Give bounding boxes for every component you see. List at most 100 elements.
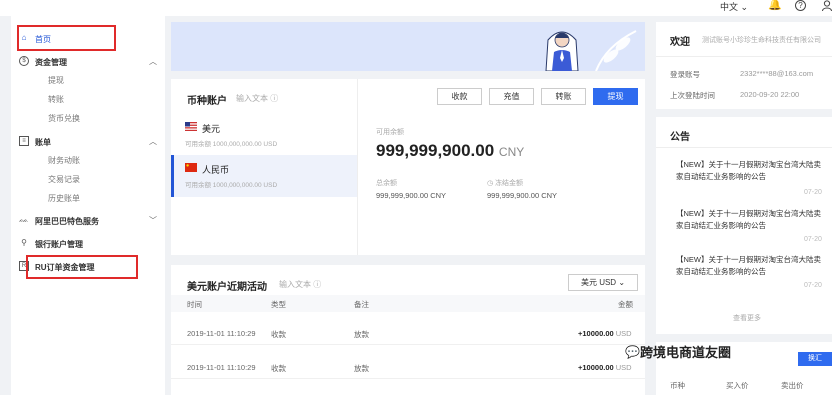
sidebar-item-label: 资金管理 [35, 58, 67, 67]
language-switch[interactable]: 中文 ⌄ [720, 0, 748, 13]
last-login-value: 2020-09-20 22:00 [740, 90, 800, 99]
currency-balance: 可用余额 1000,000,000.00 USD [185, 182, 278, 189]
info-icon: ⓘ [270, 94, 279, 103]
column-header: 金额 [618, 300, 633, 309]
company-name: 测试账号小珍珍生命科技责任有限公司 [702, 37, 821, 44]
recharge-button[interactable]: 充值 [489, 88, 534, 105]
row-note: 放款 [354, 364, 369, 373]
announcement-card: 公告 【NEW】关于十一月假期对淘宝台湾大陆卖家自动结汇业务影响的公告 07-2… [656, 117, 832, 334]
total-label: 总余额 [376, 180, 397, 187]
sidebar-item-bank[interactable]: ⚲ 银行账户管理 [11, 235, 165, 253]
row-note: 放款 [354, 330, 369, 339]
login-account-value: 2332****88@163.com [740, 69, 814, 78]
row-type: 收款 [271, 330, 286, 339]
app-root: 中文 ⌄ 🔔 ? ⌂ 首页 $ 资金管理 ︿ 提现 转账 货币兑换 ≡ 账单 ︿… [0, 0, 832, 395]
chevron-up-icon: ︿ [149, 137, 157, 146]
us-flag-icon [185, 122, 197, 131]
column-header: 类型 [271, 300, 286, 309]
wechat-icon: 💬 [625, 345, 640, 359]
search-placeholder: 输入文本 [279, 280, 311, 289]
welcome-card: 欢迎 测试账号小珍珍生命科技责任有限公司 登录账号 2332****88@163… [656, 22, 832, 109]
currency-select[interactable]: 美元 USD ⌄ [568, 274, 638, 291]
row-amount: +10000.00 USD [578, 329, 632, 338]
row-amount: +10000.00 USD [578, 363, 632, 372]
row-time: 2019-11-01 11:10:29 [187, 363, 256, 372]
view-more-link[interactable]: 查看更多 [733, 313, 761, 323]
language-label: 中文 [720, 2, 739, 12]
column-header: 备注 [354, 300, 369, 309]
announcement-title: 公告 [670, 132, 690, 143]
transfer-button[interactable]: 转账 [541, 88, 586, 105]
column-header: 卖出价 [781, 381, 804, 390]
receive-button[interactable]: 收款 [437, 88, 482, 105]
column-header: 买入价 [726, 381, 749, 390]
currency-name: 美元 [202, 124, 221, 134]
currency-item-usd[interactable]: 美元 可用余额 1000,000,000.00 USD [171, 114, 357, 156]
column-header: 币种 [670, 381, 685, 390]
bell-icon[interactable]: 🔔 [768, 0, 782, 11]
sidebar-subitem-trades[interactable]: 交易记录 [48, 174, 80, 185]
withdraw-button[interactable]: 提现 [593, 88, 638, 105]
frozen-label-wrap: ◷ 冻结金额 [487, 178, 523, 188]
available-unit: CNY [498, 145, 525, 159]
banner-illustration [545, 31, 579, 71]
info-icon: ⓘ [313, 280, 322, 289]
help-icon[interactable]: ? [795, 0, 806, 11]
chevron-down-icon: ⌄ [618, 278, 626, 287]
table-row[interactable]: 2019-11-01 11:10:29 收款 放款 +10000.00 USD [171, 355, 645, 379]
sidebar-item-funds[interactable]: $ 资金管理 ︿ [11, 53, 165, 71]
available-amount: 999,999,900.00 [376, 141, 495, 160]
sidebar: ⌂ 首页 $ 资金管理 ︿ 提现 转账 货币兑换 ≡ 账单 ︿ 财务动账 交易记… [11, 16, 165, 395]
chevron-down-icon: ⌄ [740, 2, 749, 12]
column-header: 时间 [187, 300, 202, 309]
amount-unit: USD [615, 363, 632, 372]
user-icon[interactable] [822, 0, 832, 14]
row-type: 收款 [271, 364, 286, 373]
last-login-label: 上次登陆时间 [670, 91, 715, 100]
available-value: 999,999,900.00 CNY [376, 141, 524, 161]
highlight-box-ru [26, 255, 138, 279]
recent-activity-card: 美元账户近期活动 输入文本 ⓘ 美元 USD ⌄ 时间 类型 备注 金额 201… [171, 265, 645, 395]
frozen-value: 999,999,900.00 CNY [487, 191, 558, 200]
currency-balance: 可用余额 1000,000,000.00 USD [185, 141, 278, 148]
currency-select-value: 美元 USD [580, 278, 617, 287]
currency-name: 人民币 [202, 165, 230, 175]
announcement-item[interactable]: 【NEW】关于十一月假期对淘宝台湾大陆卖家自动结汇业务影响的公告 [676, 208, 828, 232]
bank-user-icon: ⚲ [21, 238, 27, 247]
coin-icon: $ [19, 56, 29, 66]
alibaba-icon: ᨐ [19, 215, 29, 224]
sidebar-subitem-transfer[interactable]: 转账 [48, 94, 64, 105]
table-header: 时间 类型 备注 金额 [171, 295, 645, 312]
divider [656, 56, 832, 57]
sidebar-item-label: 银行账户管理 [35, 240, 83, 249]
divider [357, 79, 358, 255]
sidebar-item-alibaba[interactable]: ᨐ 阿里巴巴特色服务 ﹀ [11, 212, 165, 230]
frozen-label: 冻结金额 [495, 180, 524, 187]
section-title: 币种账户 [187, 96, 227, 107]
chevron-down-icon: ﹀ [149, 216, 157, 225]
login-account-label: 登录账号 [670, 70, 700, 79]
announcement-item[interactable]: 【NEW】关于十一月假期对淘宝台湾大陆卖家自动结汇业务影响的公告 [676, 159, 828, 183]
search-input[interactable]: 输入文本 ⓘ [236, 93, 278, 104]
sidebar-subitem-exchange[interactable]: 货币兑换 [48, 113, 80, 124]
search-input[interactable]: 输入文本 ⓘ [279, 279, 321, 290]
currency-account-card: 币种账户 输入文本 ⓘ 美元 可用余额 1000,000,000.00 USD … [171, 79, 645, 255]
sidebar-subitem-withdraw[interactable]: 提现 [48, 75, 64, 86]
row-time: 2019-11-01 11:10:29 [187, 329, 256, 338]
top-bar: 中文 ⌄ 🔔 ? [0, 0, 832, 16]
amount-value: +10000.00 [578, 329, 614, 338]
exchange-button[interactable]: 换汇 [798, 352, 832, 366]
sidebar-subitem-history[interactable]: 历史账单 [48, 193, 80, 204]
bill-icon: ≡ [19, 136, 29, 146]
sidebar-item-label: 阿里巴巴特色服务 [35, 217, 99, 226]
amount-unit: USD [615, 329, 632, 338]
sidebar-item-bills[interactable]: ≡ 账单 ︿ [11, 133, 165, 151]
total-value: 999,999,900.00 CNY [376, 191, 447, 200]
sidebar-subitem-finance[interactable]: 财务动账 [48, 155, 80, 166]
currency-item-cny[interactable]: 人民币 可用余额 1000,000,000.00 USD [171, 155, 357, 197]
highlight-box-home [17, 25, 116, 51]
announcement-date: 07-20 [804, 236, 822, 243]
announcement-item[interactable]: 【NEW】关于十一月假期对淘宝台湾大陆卖家自动结汇业务影响的公告 [676, 254, 828, 278]
table-row[interactable]: 2019-11-01 11:10:29 收款 放款 +10000.00 USD [171, 321, 645, 345]
search-placeholder: 输入文本 [236, 94, 268, 103]
